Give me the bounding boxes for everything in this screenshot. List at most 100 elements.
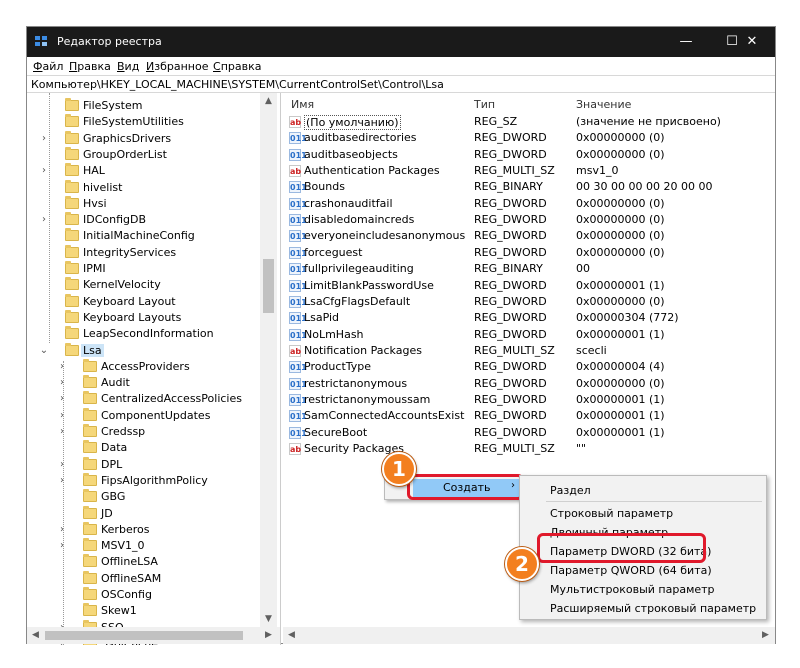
chevron-right-icon[interactable]: › <box>39 165 49 176</box>
chevron-right-icon[interactable]: › <box>57 410 67 421</box>
folder-icon <box>65 277 79 291</box>
value-data: scecli <box>576 343 607 357</box>
value-row[interactable]: 011 restrictanonymoussam REG_DWORD 0x000000… <box>283 392 775 408</box>
value-row[interactable]: 011 SamConnectedAccountsExist REG_DWORD 0x0… <box>283 408 775 424</box>
values-horizontal-scrollbar[interactable]: ◀ ▶ <box>283 627 775 644</box>
binary-value-icon: 011 <box>289 214 307 227</box>
scroll-left-icon[interactable]: ◀ <box>27 627 44 643</box>
value-row[interactable]: 011 LimitBlankPasswordUse REG_DWORD 0x00000… <box>283 278 775 294</box>
value-row[interactable]: 011 auditbasedirectories REG_DWORD 0x000000… <box>283 130 775 146</box>
tree-item-label: GroupOrderList <box>83 147 167 161</box>
tree-horizontal-scrollbar[interactable]: ◀ ▶ <box>27 627 280 644</box>
value-row[interactable]: ab Security Packages REG_MULTI_SZ "" <box>283 441 775 457</box>
menu-file[interactable]: Файл <box>33 60 63 73</box>
value-row[interactable]: ab Notification Packages REG_MULTI_SZ scecl… <box>283 343 775 359</box>
value-row[interactable]: 011 ProductType REG_DWORD 0x00000004 (4) <box>283 359 775 375</box>
key-tree-pane[interactable]: FileSystem FileSystemUtilities GraphicsDri… <box>27 93 281 645</box>
value-row[interactable]: 011 NoLmHash REG_DWORD 0x00000001 (1) <box>283 327 775 343</box>
value-row[interactable]: 011 auditbaseobjects REG_DWORD 0x00000000 (… <box>283 147 775 163</box>
column-header-name[interactable]: Имя <box>291 98 314 111</box>
chevron-right-icon[interactable]: › <box>57 475 67 486</box>
window-title: Редактор реестра <box>57 35 162 48</box>
folder-icon <box>83 375 97 389</box>
chevron-right-icon[interactable]: › <box>57 426 67 437</box>
menu-edit[interactable]: Правка <box>69 60 111 73</box>
string-value-icon: ab <box>289 443 302 455</box>
tree-item-label: Hvsi <box>83 196 107 210</box>
folder-icon <box>65 130 79 144</box>
menu-view[interactable]: Вид <box>117 60 139 73</box>
binary-value-icon: 011 <box>289 246 307 259</box>
binary-value-icon: 011 <box>289 377 307 390</box>
scroll-left-icon[interactable]: ◀ <box>283 627 300 643</box>
value-data: 00 30 00 00 00 20 00 00 <box>576 180 713 194</box>
tree-scroll-thumb[interactable] <box>263 259 274 313</box>
tree-hscroll-thumb[interactable] <box>45 631 243 640</box>
folder-icon <box>83 472 97 486</box>
scroll-right-icon[interactable]: ▶ <box>260 627 277 643</box>
submenu-expandable-string-value[interactable]: Расширяемый строковый параметр <box>550 602 756 615</box>
menu-favorites[interactable]: Избранное <box>146 60 208 73</box>
scroll-up-icon[interactable]: ▲ <box>260 93 277 109</box>
binary-value-icon: 011 <box>289 181 307 194</box>
submenu-qword-value[interactable]: Параметр QWORD (64 бита) <box>550 564 712 577</box>
tree-item-label: ComponentUpdates <box>101 408 211 422</box>
value-data: 0x00000304 (772) <box>576 311 679 325</box>
close-button[interactable]: ✕ <box>729 27 775 57</box>
value-type: REG_DWORD <box>474 392 547 406</box>
tree-vertical-scrollbar[interactable]: ▲ ▼ <box>260 93 277 627</box>
chevron-right-icon[interactable]: › <box>57 377 67 388</box>
value-row[interactable]: 011 Bounds REG_BINARY 00 30 00 00 00 20 00 … <box>283 179 775 195</box>
value-type: REG_DWORD <box>474 245 547 259</box>
title-bar[interactable]: Редактор реестра — ☐ ✕ <box>27 27 775 57</box>
binary-value-icon: 011 <box>289 426 307 439</box>
value-type: REG_DWORD <box>474 360 547 374</box>
chevron-right-icon[interactable]: › <box>57 524 67 535</box>
value-type: REG_DWORD <box>474 131 547 145</box>
address-bar[interactable]: Компьютер\HKEY_LOCAL_MACHINE\SYSTEM\Curr… <box>27 75 775 93</box>
value-row[interactable]: 011 LsaPid REG_DWORD 0x00000304 (772) <box>283 310 775 326</box>
submenu-key[interactable]: Раздел <box>550 484 591 497</box>
value-row[interactable]: 011 disabledomaincreds REG_DWORD 0x00000000… <box>283 212 775 228</box>
chevron-right-icon[interactable]: › <box>57 361 67 372</box>
value-row[interactable]: 011 restrictanonymous REG_DWORD 0x00000000 … <box>283 376 775 392</box>
folder-icon <box>65 244 79 258</box>
tree-item-label: LeapSecondInformation <box>83 327 214 341</box>
chevron-right-icon[interactable]: › <box>57 459 67 470</box>
chevron-right-icon[interactable]: › <box>39 214 49 225</box>
folder-icon <box>83 424 97 437</box>
value-row[interactable]: ab Authentication Packages REG_MULTI_SZ msv… <box>283 163 775 179</box>
chevron-right-icon[interactable]: › <box>57 393 67 404</box>
tree-item-label: hivelist <box>83 180 123 194</box>
submenu-string-value[interactable]: Строковый параметр <box>550 507 673 520</box>
chevron-right-icon[interactable]: › <box>39 133 49 144</box>
value-row[interactable]: 011 crashonauditfail REG_DWORD 0x00000000 (… <box>283 196 775 212</box>
step-2-badge: 2 <box>505 547 539 581</box>
menu-help[interactable]: Справка <box>213 60 261 73</box>
folder-icon <box>83 456 97 470</box>
value-row[interactable]: 011 everyoneincludesanonymous REG_DWORD 0x0… <box>283 228 775 244</box>
value-name: NoLmHash <box>304 327 364 341</box>
value-data: 0x00000000 (0) <box>576 147 665 161</box>
scroll-right-icon[interactable]: ▶ <box>757 627 774 643</box>
value-row[interactable]: 011 SecureBoot REG_DWORD 0x00000001 (1) <box>283 425 775 441</box>
binary-value-icon: 011 <box>289 230 307 243</box>
tree-item-label: OfflineLSA <box>101 555 158 569</box>
folder-icon <box>65 228 79 242</box>
tree-item-label: KernelVelocity <box>83 278 161 292</box>
chevron-right-icon[interactable]: › <box>57 540 67 551</box>
chevron-down-icon[interactable]: ⌄ <box>39 345 49 356</box>
value-row[interactable]: 011 fullprivilegeauditing REG_BINARY 00 <box>283 261 775 277</box>
column-header-data[interactable]: Значение <box>576 98 631 111</box>
value-name: SamConnectedAccountsExist <box>304 409 465 423</box>
value-row[interactable]: 011 forceguest REG_DWORD 0x00000000 (0) <box>283 245 775 261</box>
minimize-button[interactable]: — <box>663 27 709 57</box>
value-row[interactable]: 011 LsaCfgFlagsDefault REG_DWORD 0x00000000… <box>283 294 775 310</box>
value-row[interactable]: ab (По умолчанию) REG_SZ (значение не присв… <box>283 114 775 130</box>
tree-item-label: Keyboard Layout <box>83 294 176 308</box>
folder-icon <box>65 212 79 226</box>
column-header-type[interactable]: Тип <box>474 98 495 111</box>
scroll-down-icon[interactable]: ▼ <box>260 611 277 627</box>
binary-value-icon: 011 <box>289 361 307 374</box>
submenu-multistring-value[interactable]: Мультистроковый параметр <box>550 583 715 596</box>
